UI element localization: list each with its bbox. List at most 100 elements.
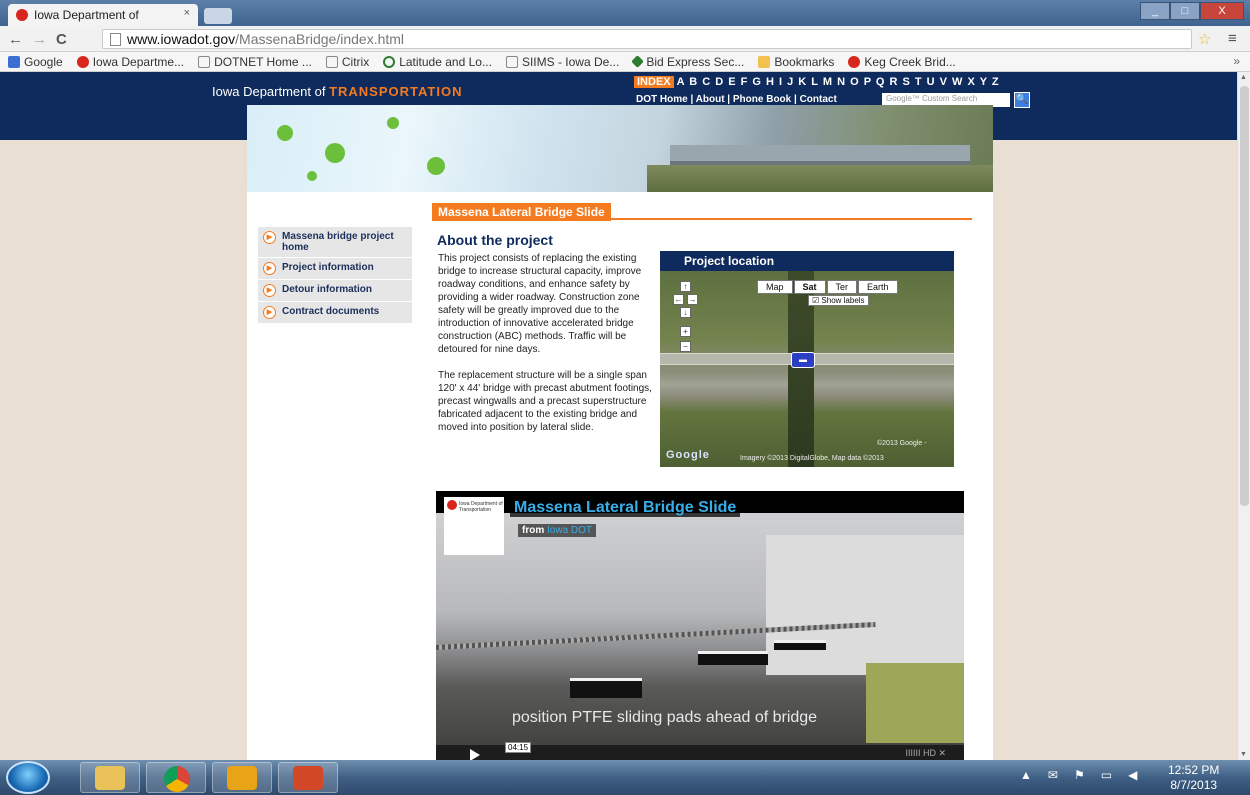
bookmark-label: DOTNET Home ... <box>214 54 312 69</box>
zoom-out-icon[interactable]: − <box>680 341 691 352</box>
page-icon <box>198 55 211 68</box>
map-type-ter[interactable]: Ter <box>826 280 858 294</box>
taskbar-chrome[interactable] <box>146 762 206 793</box>
reload-button[interactable]: C <box>56 31 67 48</box>
scroll-up-icon[interactable]: ▲ <box>1240 74 1247 81</box>
scroll-down-icon[interactable]: ▼ <box>1240 751 1247 758</box>
browser-menu-icon[interactable]: ≡ <box>1228 30 1237 47</box>
iowa-dot-favicon-icon <box>16 9 28 21</box>
nav-item-label: Detour information <box>282 284 372 295</box>
globe-icon <box>383 55 396 68</box>
map-header: Project location <box>660 251 954 271</box>
bookmark-star-icon[interactable]: ☆ <box>1198 30 1211 48</box>
hd-icon[interactable]: IIIIII HD ✕ <box>905 748 946 759</box>
pan-up-icon[interactable]: ↑ <box>680 281 691 292</box>
taskbar-outlook[interactable] <box>212 762 272 793</box>
decorative-dot <box>325 143 345 163</box>
map-type-earth[interactable]: Earth <box>858 280 898 294</box>
decorative-dot <box>427 157 445 175</box>
page-icon <box>325 55 338 68</box>
taskbar-explorer[interactable] <box>80 762 140 793</box>
bookmark-folder[interactable]: Bookmarks <box>758 55 834 69</box>
show-labels-checkbox[interactable]: ☑ Show labels <box>808 295 869 306</box>
powerpoint-icon <box>293 766 323 790</box>
pan-right-icon[interactable]: → <box>687 294 698 305</box>
chrome-icon <box>164 766 190 792</box>
bookmark-dotnet[interactable]: DOTNET Home ... <box>198 55 312 69</box>
zoom-in-icon[interactable]: + <box>680 326 691 337</box>
close-window-button[interactable]: X <box>1200 2 1244 20</box>
index-label: INDEX <box>634 76 674 88</box>
taskbar-powerpoint[interactable] <box>278 762 338 793</box>
video-wall <box>766 535 964 675</box>
tab-close-icon[interactable]: × <box>184 7 190 19</box>
decorative-dot <box>387 117 399 129</box>
flag-icon[interactable]: ⚑ <box>1074 768 1085 782</box>
url-input[interactable]: www.iowadot.gov/MassenaBridge/index.html <box>102 29 1192 49</box>
nav-item-project-home[interactable]: ▶ Massena bridge project home <box>258 227 412 258</box>
az-index[interactable]: INDEX A B C D E F G H I J K L M N O P Q R… <box>634 76 1000 88</box>
network-icon[interactable]: ▭ <box>1101 768 1112 782</box>
pan-left-icon[interactable]: ← <box>673 294 684 305</box>
bookmark-google[interactable]: Google <box>8 55 63 69</box>
video-title[interactable]: Massena Lateral Bridge Slide <box>510 499 741 517</box>
browser-tab[interactable]: Iowa Department of × <box>8 4 198 26</box>
video-source[interactable]: from Iowa DOT <box>518 524 597 537</box>
top-links[interactable]: DOT Home | About | Phone Book | Contact <box>636 94 837 105</box>
arrow-bullet-icon: ▶ <box>263 306 276 319</box>
about-text: This project consists of replacing the e… <box>438 252 656 447</box>
outlook-icon <box>227 766 257 790</box>
bookmark-citrix[interactable]: Citrix <box>325 54 370 69</box>
map-type-map[interactable]: Map <box>757 280 793 294</box>
bookmark-label: Bid Express Sec... <box>646 54 745 69</box>
index-letters[interactable]: A B C D E F G H I J K L M N O P Q R S T … <box>677 76 1000 88</box>
maximize-button[interactable]: □ <box>1170 2 1200 20</box>
scroll-thumb[interactable] <box>1240 86 1249 506</box>
content-area: Massena Lateral Bridge Slide ▶ Massena br… <box>247 105 993 760</box>
project-location-map[interactable]: Project location Map Sat Ter Earth ☑ Sho… <box>660 251 954 467</box>
volume-icon[interactable]: ◀ <box>1128 768 1137 782</box>
new-tab-button[interactable] <box>204 8 232 24</box>
bookmark-iowa-dept[interactable]: Iowa Departme... <box>76 55 184 69</box>
play-icon[interactable] <box>470 749 480 760</box>
sliding-pad <box>698 651 768 665</box>
bookmark-label: Citrix <box>341 54 370 69</box>
google-icon <box>8 55 20 68</box>
bookmark-label: SIIMS - Iowa De... <box>521 54 620 69</box>
video-from-source[interactable]: Iowa DOT <box>547 525 592 536</box>
nav-item-contract-documents[interactable]: ▶ Contract documents <box>258 302 412 324</box>
nav-item-project-information[interactable]: ▶ Project information <box>258 258 412 280</box>
bookmark-label: Google <box>24 54 63 69</box>
page-icon <box>110 33 121 46</box>
start-button[interactable] <box>6 761 50 794</box>
page-icon <box>505 55 518 68</box>
arrow-bullet-icon: ▶ <box>263 262 276 275</box>
bookmarks-bar: Google Iowa Departme... DOTNET Home ... … <box>0 52 1250 72</box>
window-titlebar: Iowa Department of × _ □ X <box>0 0 1250 26</box>
pan-down-icon[interactable]: ↓ <box>680 307 691 318</box>
bridge-marker-icon[interactable]: ▬ <box>791 352 815 368</box>
windows-taskbar: ▲ ✉ ⚑ ▭ ◀ 12:52 PM 8/7/2013 <box>0 760 1250 795</box>
about-title: About the project <box>437 232 553 248</box>
back-button[interactable]: ← <box>8 31 23 48</box>
address-bar-row: ← → C www.iowadot.gov/MassenaBridge/inde… <box>0 26 1250 52</box>
bookmark-latitude[interactable]: Latitude and Lo... <box>383 55 492 69</box>
map-type-sat[interactable]: Sat <box>793 280 826 294</box>
vertical-scrollbar[interactable]: ▲ ▼ <box>1237 72 1250 760</box>
bid-express-icon <box>631 55 645 68</box>
show-hidden-icons-icon[interactable]: ▲ <box>1020 768 1032 782</box>
video-grass <box>866 663 964 743</box>
nav-item-detour-information[interactable]: ▶ Detour information <box>258 280 412 302</box>
bookmark-keg-creek[interactable]: Keg Creek Brid... <box>848 55 956 69</box>
bookmark-bid-express[interactable]: Bid Express Sec... <box>631 54 745 69</box>
bookmark-siims[interactable]: SIIMS - Iowa De... <box>505 54 620 69</box>
forward-button[interactable]: → <box>32 31 47 48</box>
taskbar-clock[interactable]: 12:52 PM 8/7/2013 <box>1168 763 1219 793</box>
logo-text: Iowa Department of Transportation <box>459 501 503 513</box>
mail-icon[interactable]: ✉ <box>1048 768 1058 782</box>
site-title[interactable]: Iowa Department of TRANSPORTATION <box>212 84 462 99</box>
video-player[interactable]: Iowa Department of Transportation Massen… <box>436 491 964 760</box>
bookmarks-overflow-icon[interactable]: » <box>1233 54 1240 68</box>
search-icon[interactable]: 🔍 <box>1014 92 1030 108</box>
minimize-button[interactable]: _ <box>1140 2 1170 20</box>
